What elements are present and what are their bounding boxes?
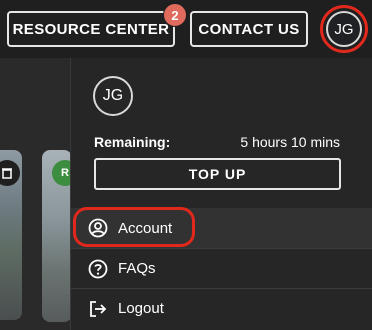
menu-item-label: Logout: [118, 300, 164, 317]
contact-us-label: CONTACT US: [198, 20, 300, 38]
resource-center-label: RESOURCE CENTER: [12, 20, 170, 38]
top-up-label: TOP UP: [188, 166, 247, 182]
resource-center-button[interactable]: RESOURCE CENTER: [7, 11, 175, 47]
remaining-value: 5 hours 10 mins: [240, 134, 340, 150]
user-avatar-button[interactable]: JG: [326, 11, 362, 47]
top-up-button[interactable]: TOP UP: [94, 158, 341, 190]
menu-item-account[interactable]: Account: [71, 208, 372, 248]
menu-item-faqs[interactable]: FAQs: [71, 248, 372, 288]
account-icon: [88, 218, 108, 238]
menu-item-label: FAQs: [118, 260, 156, 277]
thumb-label: R: [61, 167, 69, 179]
panel-avatar: JG: [93, 76, 133, 116]
user-menu-panel: JG Remaining: 5 hours 10 mins TOP UP Acc…: [70, 58, 372, 330]
menu-item-logout[interactable]: Logout: [71, 288, 372, 328]
help-icon: [88, 259, 108, 279]
contact-us-button[interactable]: CONTACT US: [190, 11, 308, 47]
remaining-label: Remaining:: [94, 134, 171, 150]
notification-badge: 2: [163, 3, 187, 27]
menu-item-label: Account: [118, 219, 173, 237]
logout-icon: [88, 299, 108, 319]
avatar-initials: JG: [334, 20, 354, 38]
panel-avatar-initials: JG: [102, 87, 124, 104]
